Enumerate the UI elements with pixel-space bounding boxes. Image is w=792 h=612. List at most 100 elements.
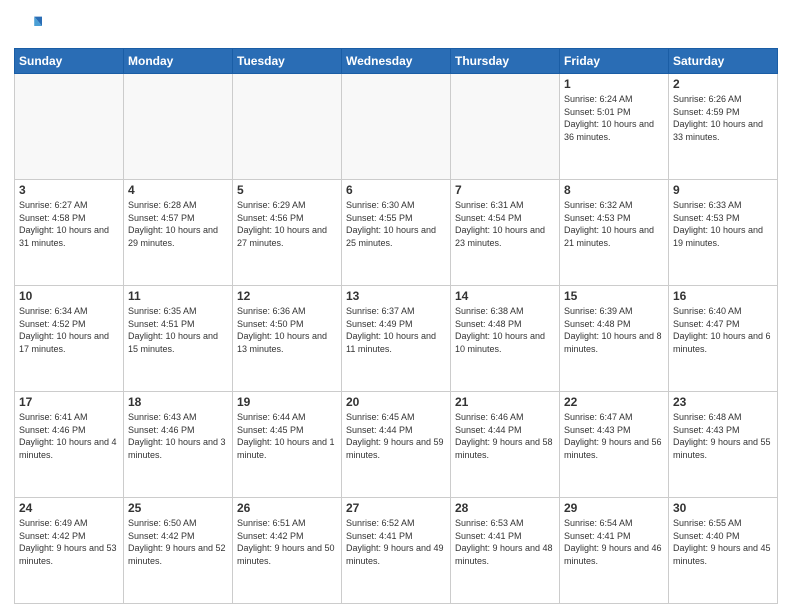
day-info: Sunrise: 6:49 AM Sunset: 4:42 PM Dayligh… — [19, 517, 119, 567]
calendar-cell: 21 Sunrise: 6:46 AM Sunset: 4:44 PM Dayli… — [451, 392, 560, 498]
day-info: Sunrise: 6:24 AM Sunset: 5:01 PM Dayligh… — [564, 93, 664, 143]
day-info: Sunrise: 6:43 AM Sunset: 4:46 PM Dayligh… — [128, 411, 228, 461]
day-number: 27 — [346, 501, 446, 515]
calendar-cell: 4 Sunrise: 6:28 AM Sunset: 4:57 PM Daylig… — [124, 180, 233, 286]
day-info: Sunrise: 6:34 AM Sunset: 4:52 PM Dayligh… — [19, 305, 119, 355]
calendar-cell: 14 Sunrise: 6:38 AM Sunset: 4:48 PM Dayli… — [451, 286, 560, 392]
day-info: Sunrise: 6:48 AM Sunset: 4:43 PM Dayligh… — [673, 411, 773, 461]
day-number: 19 — [237, 395, 337, 409]
logo-icon — [14, 12, 42, 40]
day-number: 8 — [564, 183, 664, 197]
day-info: Sunrise: 6:26 AM Sunset: 4:59 PM Dayligh… — [673, 93, 773, 143]
day-number: 21 — [455, 395, 555, 409]
day-number: 17 — [19, 395, 119, 409]
day-info: Sunrise: 6:35 AM Sunset: 4:51 PM Dayligh… — [128, 305, 228, 355]
day-info: Sunrise: 6:37 AM Sunset: 4:49 PM Dayligh… — [346, 305, 446, 355]
calendar-cell: 30 Sunrise: 6:55 AM Sunset: 4:40 PM Dayli… — [669, 498, 778, 604]
day-number: 1 — [564, 77, 664, 91]
day-number: 25 — [128, 501, 228, 515]
day-number: 7 — [455, 183, 555, 197]
calendar-cell: 27 Sunrise: 6:52 AM Sunset: 4:41 PM Dayli… — [342, 498, 451, 604]
calendar-table: SundayMondayTuesdayWednesdayThursdayFrid… — [14, 48, 778, 604]
day-info: Sunrise: 6:53 AM Sunset: 4:41 PM Dayligh… — [455, 517, 555, 567]
calendar-cell: 29 Sunrise: 6:54 AM Sunset: 4:41 PM Dayli… — [560, 498, 669, 604]
calendar-cell: 26 Sunrise: 6:51 AM Sunset: 4:42 PM Dayli… — [233, 498, 342, 604]
day-number: 5 — [237, 183, 337, 197]
day-number: 28 — [455, 501, 555, 515]
day-info: Sunrise: 6:51 AM Sunset: 4:42 PM Dayligh… — [237, 517, 337, 567]
calendar-week-row: 1 Sunrise: 6:24 AM Sunset: 5:01 PM Daylig… — [15, 74, 778, 180]
day-info: Sunrise: 6:28 AM Sunset: 4:57 PM Dayligh… — [128, 199, 228, 249]
calendar-cell: 17 Sunrise: 6:41 AM Sunset: 4:46 PM Dayli… — [15, 392, 124, 498]
day-info: Sunrise: 6:46 AM Sunset: 4:44 PM Dayligh… — [455, 411, 555, 461]
calendar-cell — [233, 74, 342, 180]
day-info: Sunrise: 6:38 AM Sunset: 4:48 PM Dayligh… — [455, 305, 555, 355]
day-number: 6 — [346, 183, 446, 197]
day-number: 11 — [128, 289, 228, 303]
day-number: 9 — [673, 183, 773, 197]
day-info: Sunrise: 6:54 AM Sunset: 4:41 PM Dayligh… — [564, 517, 664, 567]
day-number: 20 — [346, 395, 446, 409]
day-number: 26 — [237, 501, 337, 515]
calendar-cell: 16Sunrise: 6:40 AM Sunset: 4:47 PM Dayli… — [669, 286, 778, 392]
calendar-cell — [342, 74, 451, 180]
day-info: Sunrise: 6:45 AM Sunset: 4:44 PM Dayligh… — [346, 411, 446, 461]
calendar-week-row: 17 Sunrise: 6:41 AM Sunset: 4:46 PM Dayli… — [15, 392, 778, 498]
day-number: 3 — [19, 183, 119, 197]
day-info: Sunrise: 6:31 AM Sunset: 4:54 PM Dayligh… — [455, 199, 555, 249]
day-info: Sunrise: 6:41 AM Sunset: 4:46 PM Dayligh… — [19, 411, 119, 461]
calendar-cell: 22 Sunrise: 6:47 AM Sunset: 4:43 PM Dayli… — [560, 392, 669, 498]
calendar-cell: 23 Sunrise: 6:48 AM Sunset: 4:43 PM Dayli… — [669, 392, 778, 498]
calendar-cell: 12 Sunrise: 6:36 AM Sunset: 4:50 PM Dayli… — [233, 286, 342, 392]
calendar-day-header: Sunday — [15, 49, 124, 74]
calendar-cell: 6 Sunrise: 6:30 AM Sunset: 4:55 PM Daylig… — [342, 180, 451, 286]
day-number: 29 — [564, 501, 664, 515]
calendar-day-header: Thursday — [451, 49, 560, 74]
calendar-cell: 8Sunrise: 6:32 AM Sunset: 4:53 PM Daylig… — [560, 180, 669, 286]
day-number: 22 — [564, 395, 664, 409]
day-info: Sunrise: 6:44 AM Sunset: 4:45 PM Dayligh… — [237, 411, 337, 461]
calendar-cell: 11 Sunrise: 6:35 AM Sunset: 4:51 PM Dayli… — [124, 286, 233, 392]
calendar-cell: 25 Sunrise: 6:50 AM Sunset: 4:42 PM Dayli… — [124, 498, 233, 604]
calendar-cell: 15Sunrise: 6:39 AM Sunset: 4:48 PM Dayli… — [560, 286, 669, 392]
calendar-cell: 1 Sunrise: 6:24 AM Sunset: 5:01 PM Daylig… — [560, 74, 669, 180]
day-info: Sunrise: 6:55 AM Sunset: 4:40 PM Dayligh… — [673, 517, 773, 567]
day-info: Sunrise: 6:27 AM Sunset: 4:58 PM Dayligh… — [19, 199, 119, 249]
day-info: Sunrise: 6:36 AM Sunset: 4:50 PM Dayligh… — [237, 305, 337, 355]
calendar-header-row: SundayMondayTuesdayWednesdayThursdayFrid… — [15, 49, 778, 74]
calendar-cell: 18Sunrise: 6:43 AM Sunset: 4:46 PM Dayli… — [124, 392, 233, 498]
calendar-day-header: Monday — [124, 49, 233, 74]
day-number: 13 — [346, 289, 446, 303]
calendar-cell: 13 Sunrise: 6:37 AM Sunset: 4:49 PM Dayli… — [342, 286, 451, 392]
calendar-cell: 24 Sunrise: 6:49 AM Sunset: 4:42 PM Dayli… — [15, 498, 124, 604]
day-number: 30 — [673, 501, 773, 515]
calendar-day-header: Tuesday — [233, 49, 342, 74]
day-number: 4 — [128, 183, 228, 197]
calendar-day-header: Friday — [560, 49, 669, 74]
calendar-day-header: Saturday — [669, 49, 778, 74]
day-info: Sunrise: 6:50 AM Sunset: 4:42 PM Dayligh… — [128, 517, 228, 567]
calendar-day-header: Wednesday — [342, 49, 451, 74]
day-number: 24 — [19, 501, 119, 515]
calendar-cell: 3 Sunrise: 6:27 AM Sunset: 4:58 PM Daylig… — [15, 180, 124, 286]
day-info: Sunrise: 6:33 AM Sunset: 4:53 PM Dayligh… — [673, 199, 773, 249]
calendar-cell — [124, 74, 233, 180]
calendar-cell: 19 Sunrise: 6:44 AM Sunset: 4:45 PM Dayli… — [233, 392, 342, 498]
day-info: Sunrise: 6:30 AM Sunset: 4:55 PM Dayligh… — [346, 199, 446, 249]
calendar-week-row: 24 Sunrise: 6:49 AM Sunset: 4:42 PM Dayli… — [15, 498, 778, 604]
page: SundayMondayTuesdayWednesdayThursdayFrid… — [0, 0, 792, 612]
calendar-cell: 7 Sunrise: 6:31 AM Sunset: 4:54 PM Daylig… — [451, 180, 560, 286]
header — [14, 12, 778, 40]
logo — [14, 12, 44, 40]
calendar-cell — [451, 74, 560, 180]
day-number: 2 — [673, 77, 773, 91]
day-number: 23 — [673, 395, 773, 409]
day-number: 12 — [237, 289, 337, 303]
calendar-week-row: 3 Sunrise: 6:27 AM Sunset: 4:58 PM Daylig… — [15, 180, 778, 286]
calendar-cell: 9 Sunrise: 6:33 AM Sunset: 4:53 PM Daylig… — [669, 180, 778, 286]
day-info: Sunrise: 6:52 AM Sunset: 4:41 PM Dayligh… — [346, 517, 446, 567]
day-info: Sunrise: 6:39 AM Sunset: 4:48 PM Dayligh… — [564, 305, 664, 355]
day-info: Sunrise: 6:40 AM Sunset: 4:47 PM Dayligh… — [673, 305, 773, 355]
day-info: Sunrise: 6:47 AM Sunset: 4:43 PM Dayligh… — [564, 411, 664, 461]
day-number: 14 — [455, 289, 555, 303]
